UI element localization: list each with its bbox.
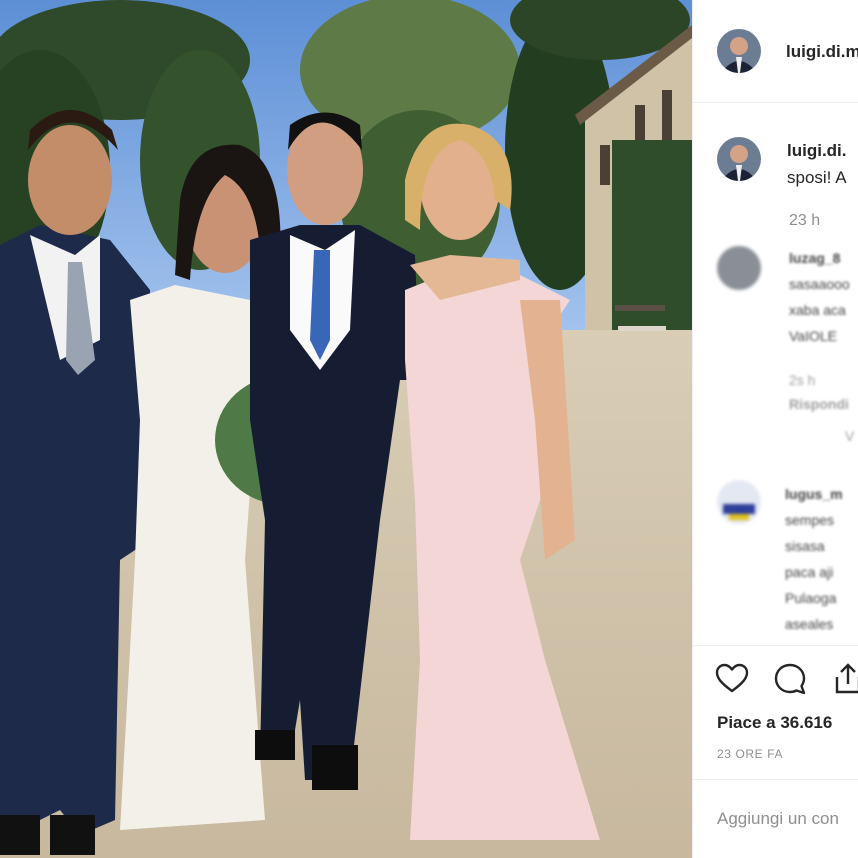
wedding-photo [0, 0, 692, 858]
post-timestamp[interactable]: 23 ORE FA [717, 747, 783, 761]
likes-count[interactable]: Piace a 36.616 [717, 713, 832, 733]
post-header: luigi.di.m [693, 0, 858, 103]
heart-icon[interactable] [715, 662, 749, 696]
caption-username[interactable]: luigi.di. [787, 141, 847, 161]
avatar[interactable] [717, 29, 761, 73]
comment-line: sasaaooo [789, 276, 850, 292]
view-replies-link[interactable]: V [845, 428, 854, 444]
comment-input[interactable] [715, 808, 858, 830]
comment-username[interactable]: luzag_8 [789, 250, 840, 266]
caption-avatar[interactable] [717, 137, 761, 181]
comment-line: aseales [785, 616, 834, 632]
comment-line: sempes [785, 512, 835, 528]
comment-line: xaba aca [789, 302, 846, 318]
caption-text: sposi! A [787, 168, 847, 187]
comment-line: Pulaoga [785, 590, 837, 606]
caption-time[interactable]: 23 h [789, 212, 820, 230]
add-comment-bar [693, 779, 858, 858]
comment-avatar[interactable] [717, 480, 761, 524]
comment-time[interactable]: 2s h [789, 372, 815, 388]
comment-line: paca aji [785, 564, 834, 580]
post-side-panel: luigi.di.m luigi.di. sposi! A 23 h luzag… [692, 0, 858, 858]
share-icon[interactable] [829, 662, 858, 696]
comment-avatar[interactable] [717, 246, 761, 290]
comment-icon[interactable] [773, 662, 807, 696]
username-link[interactable]: luigi.di.m [786, 42, 858, 62]
reply-link[interactable]: Rispondi [789, 396, 849, 412]
comment-username[interactable]: lugus_m [785, 486, 843, 502]
comment-line: sisasa [785, 538, 825, 554]
comment-line: VaIOLE [789, 328, 837, 344]
post-actions: Piace a 36.616 23 ORE FA [693, 645, 858, 776]
post-photo[interactable] [0, 0, 692, 858]
